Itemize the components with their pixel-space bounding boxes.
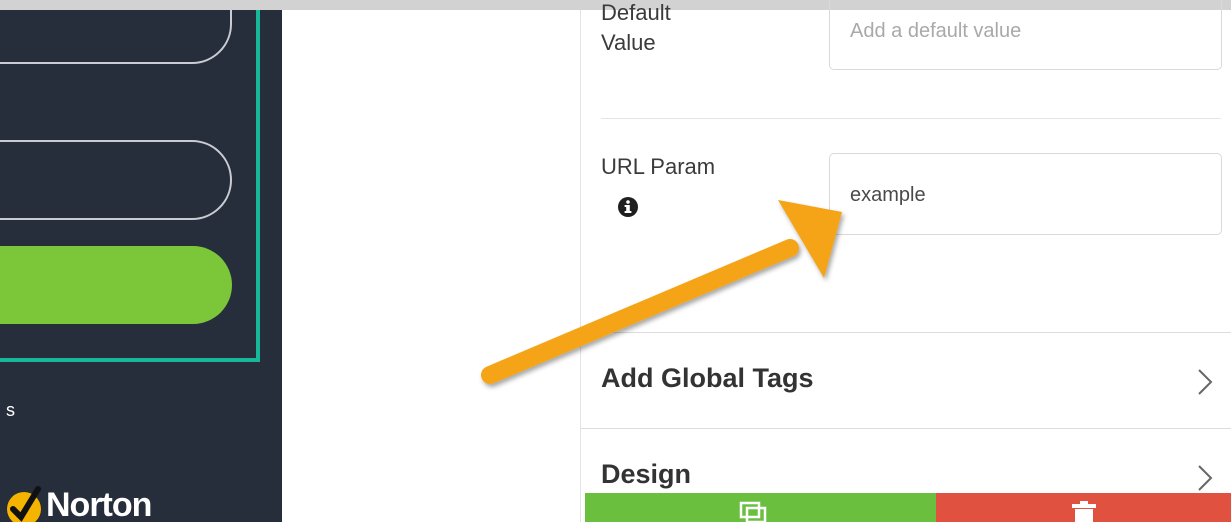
default-value-label: Default Value (601, 0, 671, 58)
url-param-label: URL Param (601, 154, 716, 179)
trash-icon (1072, 501, 1096, 522)
preview-submit-button[interactable] (0, 246, 232, 324)
default-value-input[interactable]: Add a default value (829, 0, 1222, 70)
url-param-input[interactable]: example (829, 153, 1222, 235)
norton-logo: Norton (4, 480, 152, 523)
default-value-label-line2: Value (601, 30, 656, 55)
design-title: Design (601, 459, 692, 489)
annotation-arrow (481, 200, 842, 384)
duplicate-icon (739, 501, 767, 524)
preview-input-field-1[interactable] (0, 10, 232, 64)
norton-logo-text: Norton (46, 485, 152, 523)
form-preview-panel: s Norton (0, 10, 282, 522)
norton-check-icon (4, 483, 44, 522)
chevron-right-icon (1194, 463, 1216, 493)
preview-text-fragment: s (6, 400, 15, 420)
preview-input-field-2[interactable] (0, 140, 232, 220)
chevron-right-icon (1194, 367, 1216, 397)
delete-button[interactable] (936, 493, 1231, 522)
duplicate-button[interactable] (585, 493, 936, 524)
default-value-label-line1: Default (601, 0, 671, 25)
settings-divider (601, 118, 1221, 119)
